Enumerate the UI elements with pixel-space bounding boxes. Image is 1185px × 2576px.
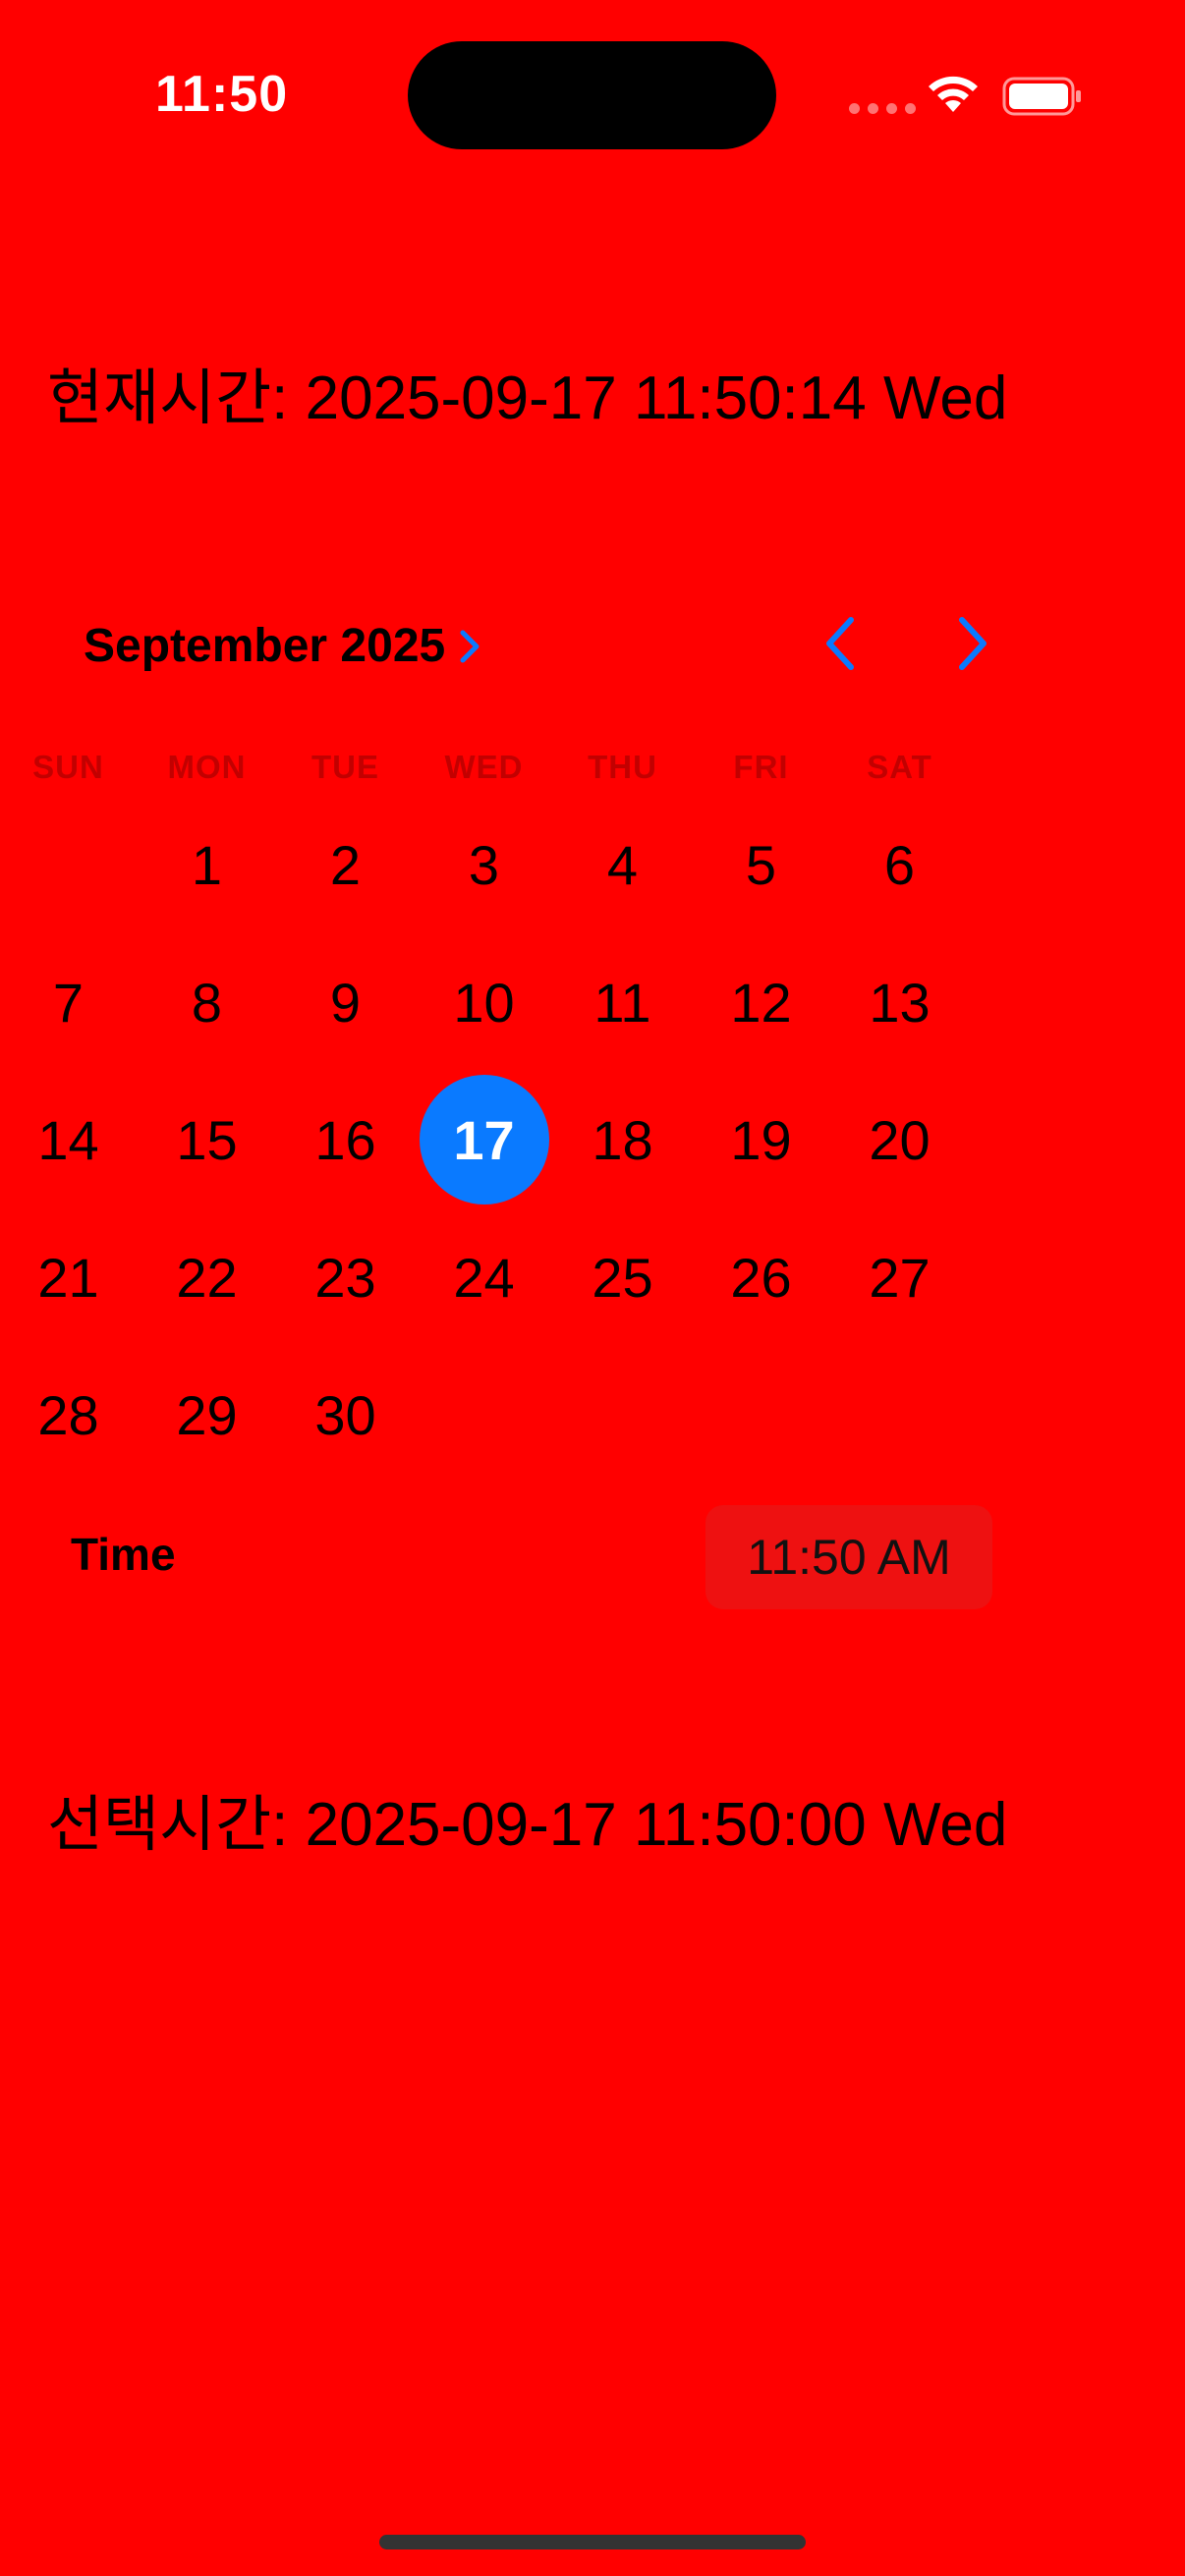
calendar-day[interactable]: 29: [138, 1346, 276, 1484]
calendar-day[interactable]: 2: [276, 796, 415, 933]
weekday-label: TUE: [311, 749, 379, 785]
calendar-day[interactable]: 19: [692, 1071, 830, 1208]
weekday-label: WED: [444, 749, 524, 785]
calendar-day[interactable]: 23: [276, 1208, 415, 1346]
chevron-right-icon: [959, 617, 987, 670]
chevron-right-icon: [460, 630, 480, 662]
calendar-day[interactable]: 15: [138, 1071, 276, 1208]
calendar-day[interactable]: 21: [0, 1208, 138, 1346]
selected-time-label: 선택시간: 2025-09-17 11:50:00 Wed: [47, 1791, 1008, 1859]
weekday-label: FRI: [733, 749, 789, 785]
calendar-day-grid: 1 2 3 4 5 6 7 8 9 10 11 12 13 14 15 16 1…: [37, 796, 1087, 1484]
calendar-day[interactable]: 14: [0, 1071, 138, 1208]
calendar-day[interactable]: 25: [553, 1208, 692, 1346]
calendar-day[interactable]: 4: [553, 796, 692, 933]
calendar-day[interactable]: 22: [138, 1208, 276, 1346]
calendar-day[interactable]: 6: [830, 796, 969, 933]
home-indicator[interactable]: [379, 2535, 806, 2549]
calendar-empty-cell: [0, 796, 138, 933]
weekday-label: THU: [588, 749, 657, 785]
calendar-day[interactable]: 7: [0, 933, 138, 1071]
time-picker-button[interactable]: 11:50 AM: [705, 1505, 992, 1609]
calendar-day[interactable]: 28: [0, 1346, 138, 1484]
month-year-picker-button[interactable]: September 2025: [84, 619, 480, 673]
calendar-day[interactable]: 12: [692, 933, 830, 1071]
calendar-day-selected[interactable]: 17: [415, 1071, 553, 1208]
selected-day-label: 17: [419, 1075, 549, 1204]
previous-month-button[interactable]: [811, 614, 870, 673]
cellular-dots-icon: [849, 103, 916, 114]
calendar-day[interactable]: 10: [415, 933, 553, 1071]
battery-icon: [1002, 77, 1081, 116]
wifi-icon: [929, 76, 978, 112]
calendar-day[interactable]: 3: [415, 796, 553, 933]
current-time-label: 현재시간: 2025-09-17 11:50:14 Wed: [47, 364, 1008, 432]
calendar-day[interactable]: 18: [553, 1071, 692, 1208]
dynamic-island: [408, 41, 776, 149]
next-month-button[interactable]: [943, 614, 1002, 673]
weekday-header: SUN MON TUE WED THU FRI SAT: [32, 749, 1087, 786]
calendar-day[interactable]: 13: [830, 933, 969, 1071]
status-bar-time: 11:50: [155, 66, 289, 123]
calendar-day[interactable]: 26: [692, 1208, 830, 1346]
calendar-day[interactable]: 20: [830, 1071, 969, 1208]
calendar-day[interactable]: 9: [276, 933, 415, 1071]
weekday-label: MON: [167, 749, 247, 785]
calendar-day[interactable]: 27: [830, 1208, 969, 1346]
chevron-left-icon: [826, 617, 854, 670]
month-year-label: September 2025: [84, 620, 446, 672]
calendar-day[interactable]: 11: [553, 933, 692, 1071]
time-label: Time: [71, 1529, 176, 1580]
calendar-day[interactable]: 30: [276, 1346, 415, 1484]
calendar-day[interactable]: 5: [692, 796, 830, 933]
calendar-day[interactable]: 8: [138, 933, 276, 1071]
weekday-label: SUN: [32, 749, 104, 785]
calendar-day[interactable]: 24: [415, 1208, 553, 1346]
calendar-day[interactable]: 1: [138, 796, 276, 933]
calendar-day[interactable]: 16: [276, 1071, 415, 1208]
weekday-label: SAT: [867, 749, 932, 785]
